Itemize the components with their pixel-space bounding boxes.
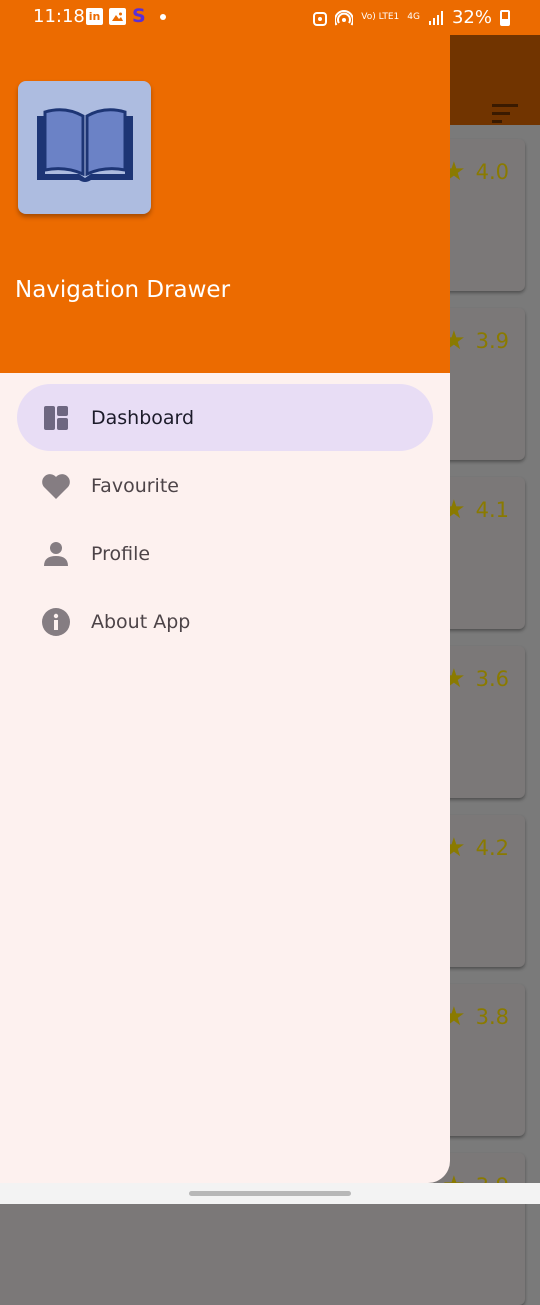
- rating-value: 3.8: [475, 1005, 509, 1029]
- person-icon: [41, 539, 71, 569]
- rating-value: 4.2: [475, 836, 509, 860]
- network-type: 4G: [407, 12, 420, 22]
- rating-value: 3.9: [475, 329, 509, 353]
- status-time: 11:18: [33, 6, 85, 27]
- gallery-icon: [109, 8, 126, 25]
- menu-item-dashboard[interactable]: Dashboard: [17, 384, 433, 451]
- network-label: Vo) LTE1: [361, 12, 400, 22]
- signal-icon: [428, 10, 443, 25]
- drawer-title: Navigation Drawer: [15, 277, 231, 303]
- alarm-icon: [313, 11, 328, 26]
- heart-icon: [41, 471, 71, 501]
- menu-item-profile[interactable]: Profile: [17, 520, 433, 587]
- drawer-header: Navigation Drawer: [0, 0, 450, 373]
- menu-item-label: About App: [91, 610, 191, 633]
- gesture-handle[interactable]: [189, 1191, 351, 1196]
- drawer-menu: Dashboard Favourite Profile About App: [0, 384, 450, 656]
- rating-value: 4.1: [475, 498, 509, 522]
- battery-icon: [500, 9, 510, 26]
- book-icon: [36, 107, 133, 182]
- menu-item-label: Favourite: [91, 474, 179, 497]
- dot-icon: [159, 13, 166, 20]
- app-logo: [18, 81, 151, 214]
- info-icon: [41, 607, 71, 637]
- sort-icon[interactable]: [492, 104, 518, 128]
- s-app-icon: S: [132, 5, 146, 27]
- menu-item-label: Dashboard: [91, 406, 195, 429]
- dashboard-icon: [41, 403, 71, 433]
- rating-value: 4.0: [475, 160, 509, 184]
- menu-item-favourite[interactable]: Favourite: [17, 452, 433, 519]
- menu-item-about-app[interactable]: About App: [17, 588, 433, 655]
- hotspot-icon: [335, 9, 354, 26]
- menu-item-label: Profile: [91, 542, 151, 565]
- status-bar: 11:18 in S Vo) LTE1 4G 32%: [0, 0, 540, 35]
- navigation-drawer: Navigation Drawer Dashboard Favourite Pr…: [0, 0, 450, 1183]
- rating-value: 3.6: [475, 667, 509, 691]
- linkedin-icon: in: [86, 8, 103, 25]
- battery-percent: 32%: [451, 7, 492, 28]
